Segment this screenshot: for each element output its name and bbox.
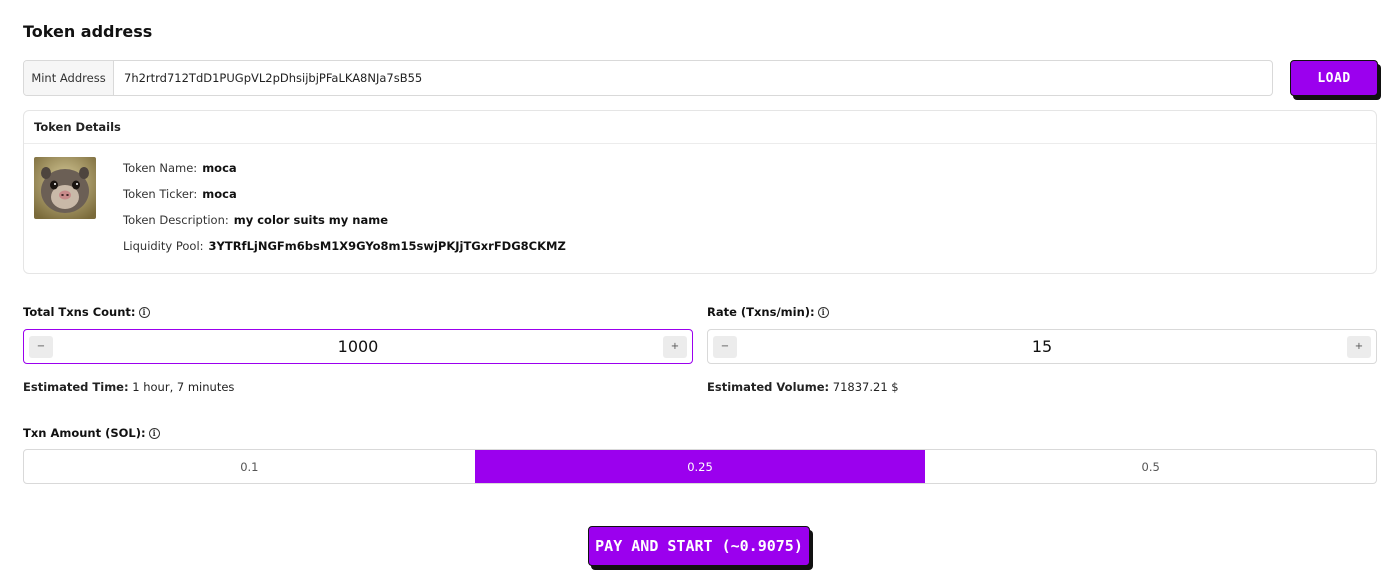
- token-details-card: Token Details Token Name: moca Token Tic…: [23, 110, 1377, 274]
- total-txns-value[interactable]: 1000: [58, 337, 658, 356]
- txn-amount-option[interactable]: 0.5: [925, 450, 1376, 483]
- token-description-row: Token Description: my color suits my nam…: [123, 207, 566, 233]
- liquidity-pool-value: 3YTRfLjNGFm6bsM1X9GYo8m15swjPKJjTGxrFDG8…: [208, 239, 566, 253]
- estimated-time-value: 1 hour, 7 minutes: [132, 380, 235, 394]
- liquidity-pool-label: Liquidity Pool:: [123, 239, 204, 253]
- token-description-label: Token Description:: [123, 213, 229, 227]
- total-txns-increment-button[interactable]: +: [663, 335, 687, 358]
- token-name-label: Token Name:: [123, 161, 198, 175]
- total-txns-label-wrap: Total Txns Count: i: [23, 305, 150, 319]
- liquidity-pool-row: Liquidity Pool: 3YTRfLjNGFm6bsM1X9GYo8m1…: [123, 233, 566, 259]
- estimated-volume-label: Estimated Volume:: [707, 380, 830, 394]
- rate-label-wrap: Rate (Txns/min): i: [707, 305, 829, 319]
- estimated-volume: Estimated Volume: 71837.21 $: [707, 380, 899, 394]
- token-name-row: Token Name: moca: [123, 155, 566, 181]
- info-icon[interactable]: i: [817, 306, 829, 318]
- token-name-value: moca: [202, 161, 237, 175]
- rate-increment-button[interactable]: +: [1347, 335, 1371, 358]
- pay-and-start-button[interactable]: PAY AND START (~0.9075): [588, 526, 810, 566]
- rate-stepper[interactable]: − 15 +: [707, 329, 1377, 364]
- token-ticker-row: Token Ticker: moca: [123, 181, 566, 207]
- token-ticker-label: Token Ticker:: [123, 187, 198, 201]
- info-icon[interactable]: i: [148, 427, 160, 439]
- total-txns-decrement-button[interactable]: −: [29, 335, 53, 358]
- mint-address-label: Mint Address: [24, 61, 114, 95]
- estimated-time: Estimated Time: 1 hour, 7 minutes: [23, 380, 234, 394]
- mint-address-input[interactable]: [114, 61, 1272, 95]
- section-title: Token address: [23, 22, 153, 41]
- txn-amount-option-selected[interactable]: 0.25: [474, 450, 926, 483]
- info-icon[interactable]: i: [138, 306, 150, 318]
- rate-decrement-button[interactable]: −: [713, 335, 737, 358]
- txn-amount-option[interactable]: 0.1: [24, 450, 475, 483]
- txn-amount-selector: 0.1 0.25 0.5: [23, 449, 1377, 484]
- txn-amount-label: Txn Amount (SOL):: [23, 426, 146, 440]
- rate-value[interactable]: 15: [742, 337, 1342, 356]
- token-ticker-value: moca: [202, 187, 237, 201]
- token-description-value: my color suits my name: [233, 213, 389, 227]
- load-button[interactable]: LOAD: [1290, 60, 1378, 96]
- token-details-header: Token Details: [24, 111, 1376, 144]
- total-txns-stepper[interactable]: − 1000 +: [23, 329, 693, 364]
- total-txns-label: Total Txns Count:: [23, 305, 136, 319]
- rate-label: Rate (Txns/min):: [707, 305, 815, 319]
- token-avatar: [34, 157, 96, 219]
- token-details-list: Token Name: moca Token Ticker: moca Toke…: [123, 155, 566, 259]
- txn-amount-label-wrap: Txn Amount (SOL): i: [23, 426, 160, 440]
- estimated-time-label: Estimated Time:: [23, 380, 129, 394]
- estimated-volume-value: 71837.21 $: [832, 380, 899, 394]
- mint-address-group: Mint Address: [23, 60, 1273, 96]
